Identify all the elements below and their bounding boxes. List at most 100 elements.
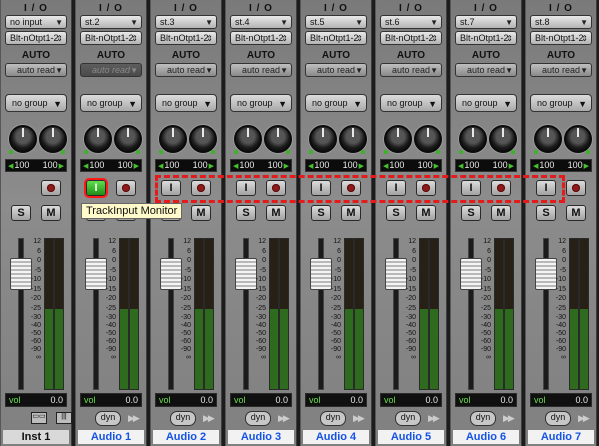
volume-readout[interactable]: vol 0.0 (305, 393, 367, 407)
pan-right-knob[interactable] (489, 125, 517, 154)
group-selector[interactable]: no group ▼ (155, 94, 217, 112)
group-selector[interactable]: no group ▼ (455, 94, 517, 112)
mute-button[interactable]: M (41, 205, 61, 221)
pan-left-knob[interactable] (84, 125, 112, 154)
pan-left-knob[interactable] (534, 125, 562, 154)
dynamic-transport-button[interactable]: dyn (470, 411, 496, 426)
pan-readout[interactable]: 100 100 (80, 159, 142, 172)
track-name[interactable]: Inst 1 (3, 430, 69, 444)
mute-button[interactable]: M (341, 205, 361, 221)
mute-button[interactable]: M (566, 205, 586, 221)
output-selector[interactable]: Blt-nOtpt1-2 ⇕ (80, 31, 142, 45)
track-name[interactable]: Audio 2 (153, 430, 219, 444)
dynamic-transport-button[interactable]: dyn (245, 411, 271, 426)
solo-button[interactable]: S (386, 205, 406, 221)
output-selector[interactable]: Blt-nOtpt1-2 ⇕ (305, 31, 367, 45)
input-selector[interactable]: st.4 ▼ (230, 15, 292, 29)
track-name[interactable]: Audio 7 (528, 430, 594, 444)
group-selector[interactable]: no group ▼ (80, 94, 142, 112)
group-selector[interactable]: no group ▼ (530, 94, 592, 112)
input-selector[interactable]: st.6 ▼ (380, 15, 442, 29)
group-selector[interactable]: no group ▼ (305, 94, 367, 112)
volume-readout[interactable]: vol 0.0 (530, 393, 592, 407)
pan-right-knob[interactable] (564, 125, 592, 154)
input-selector[interactable]: st.2 ▼ (80, 15, 142, 29)
pan-left-knob[interactable] (9, 125, 37, 154)
input-selector[interactable]: st.7 ▼ (455, 15, 517, 29)
dynamic-transport-button[interactable]: dyn (95, 411, 121, 426)
pan-readout[interactable]: 100 100 (380, 159, 442, 172)
automation-mode-selector[interactable]: auto read ▼ (5, 63, 67, 77)
input-selector[interactable]: st.5 ▼ (305, 15, 367, 29)
input-selector[interactable]: st.8 ▼ (530, 15, 592, 29)
solo-button[interactable]: S (11, 205, 31, 221)
pan-right-knob[interactable] (414, 125, 442, 154)
output-selector[interactable]: Blt-nOtpt1-2 ⇕ (380, 31, 442, 45)
automation-mode-selector[interactable]: auto read ▼ (380, 63, 442, 77)
mute-button[interactable]: M (266, 205, 286, 221)
track-name[interactable]: Audio 6 (453, 430, 519, 444)
automation-mode-selector[interactable]: auto read ▼ (80, 63, 142, 77)
input-selector[interactable]: st.3 ▼ (155, 15, 217, 29)
mute-button[interactable]: M (191, 205, 211, 221)
track-name[interactable]: Audio 5 (378, 430, 444, 444)
pan-left-knob[interactable] (234, 125, 262, 154)
pan-left-knob[interactable] (384, 125, 412, 154)
pan-right-knob[interactable] (114, 125, 142, 154)
solo-button[interactable]: S (311, 205, 331, 221)
volume-readout[interactable]: vol 0.0 (5, 393, 67, 407)
pan-readout[interactable]: 100 100 (155, 159, 217, 172)
automation-mode-selector[interactable]: auto read ▼ (530, 63, 592, 77)
pan-left-knob[interactable] (309, 125, 337, 154)
dynamic-transport-button[interactable]: dyn (395, 411, 421, 426)
mute-button[interactable]: M (491, 205, 511, 221)
pan-readout[interactable]: 100 100 (5, 159, 67, 172)
volume-readout[interactable]: vol 0.0 (155, 393, 217, 407)
volume-readout[interactable]: vol 0.0 (230, 393, 292, 407)
mute-button[interactable]: M (416, 205, 436, 221)
pan-left-knob[interactable] (159, 125, 187, 154)
pan-right-knob[interactable] (39, 125, 67, 154)
output-selector[interactable]: Blt-nOtpt1-2 ⇕ (455, 31, 517, 45)
instrument-view-icon[interactable]: ▭▭ (31, 412, 47, 424)
solo-button[interactable]: S (461, 205, 481, 221)
keyboard-icon[interactable]: ||| (56, 412, 72, 424)
input-selector[interactable]: no input ▼ (5, 15, 67, 29)
pan-readout[interactable]: 100 100 (455, 159, 517, 172)
record-enable-button[interactable] (116, 180, 136, 196)
volume-readout[interactable]: vol 0.0 (380, 393, 442, 407)
automation-mode-selector[interactable]: auto read ▼ (305, 63, 367, 77)
pan-right-knob[interactable] (264, 125, 292, 154)
record-enable-button[interactable] (41, 180, 61, 196)
group-selector[interactable]: no group ▼ (5, 94, 67, 112)
output-selector[interactable]: Blt-nOtpt1-2 ⇕ (230, 31, 292, 45)
volume-label: vol (84, 395, 96, 405)
group-selector[interactable]: no group ▼ (230, 94, 292, 112)
input-monitor-button[interactable]: I (84, 178, 108, 198)
track-name[interactable]: Audio 1 (78, 430, 144, 444)
solo-button[interactable]: S (236, 205, 256, 221)
group-selector[interactable]: no group ▼ (380, 94, 442, 112)
automation-mode-selector[interactable]: auto read ▼ (155, 63, 217, 77)
track-name[interactable]: Audio 4 (303, 430, 369, 444)
volume-readout[interactable]: vol 0.0 (80, 393, 142, 407)
pan-readout[interactable]: 100 100 (530, 159, 592, 172)
track-name[interactable]: Audio 3 (228, 430, 294, 444)
output-selector[interactable]: Blt-nOtpt1-2 ⇕ (5, 31, 67, 45)
dynamic-transport-button[interactable]: dyn (545, 411, 571, 426)
pan-right-knob[interactable] (189, 125, 217, 154)
pan-readout[interactable]: 100 100 (230, 159, 292, 172)
pan-left-knob[interactable] (459, 125, 487, 154)
volume-readout[interactable]: vol 0.0 (455, 393, 517, 407)
automation-mode-selector[interactable]: auto read ▼ (455, 63, 517, 77)
pan-readout[interactable]: 100 100 (305, 159, 367, 172)
dynamic-transport-button[interactable]: dyn (170, 411, 196, 426)
automation-mode-selector[interactable]: auto read ▼ (230, 63, 292, 77)
dynamic-transport-button[interactable]: dyn (320, 411, 346, 426)
output-selector[interactable]: Blt-nOtpt1-2 ⇕ (530, 31, 592, 45)
solo-button[interactable]: S (536, 205, 556, 221)
record-enable-button[interactable] (566, 180, 586, 196)
pan-right-knob[interactable] (339, 125, 367, 154)
output-selector[interactable]: Blt-nOtpt1-2 ⇕ (155, 31, 217, 45)
meter-segment-upper (195, 239, 203, 309)
